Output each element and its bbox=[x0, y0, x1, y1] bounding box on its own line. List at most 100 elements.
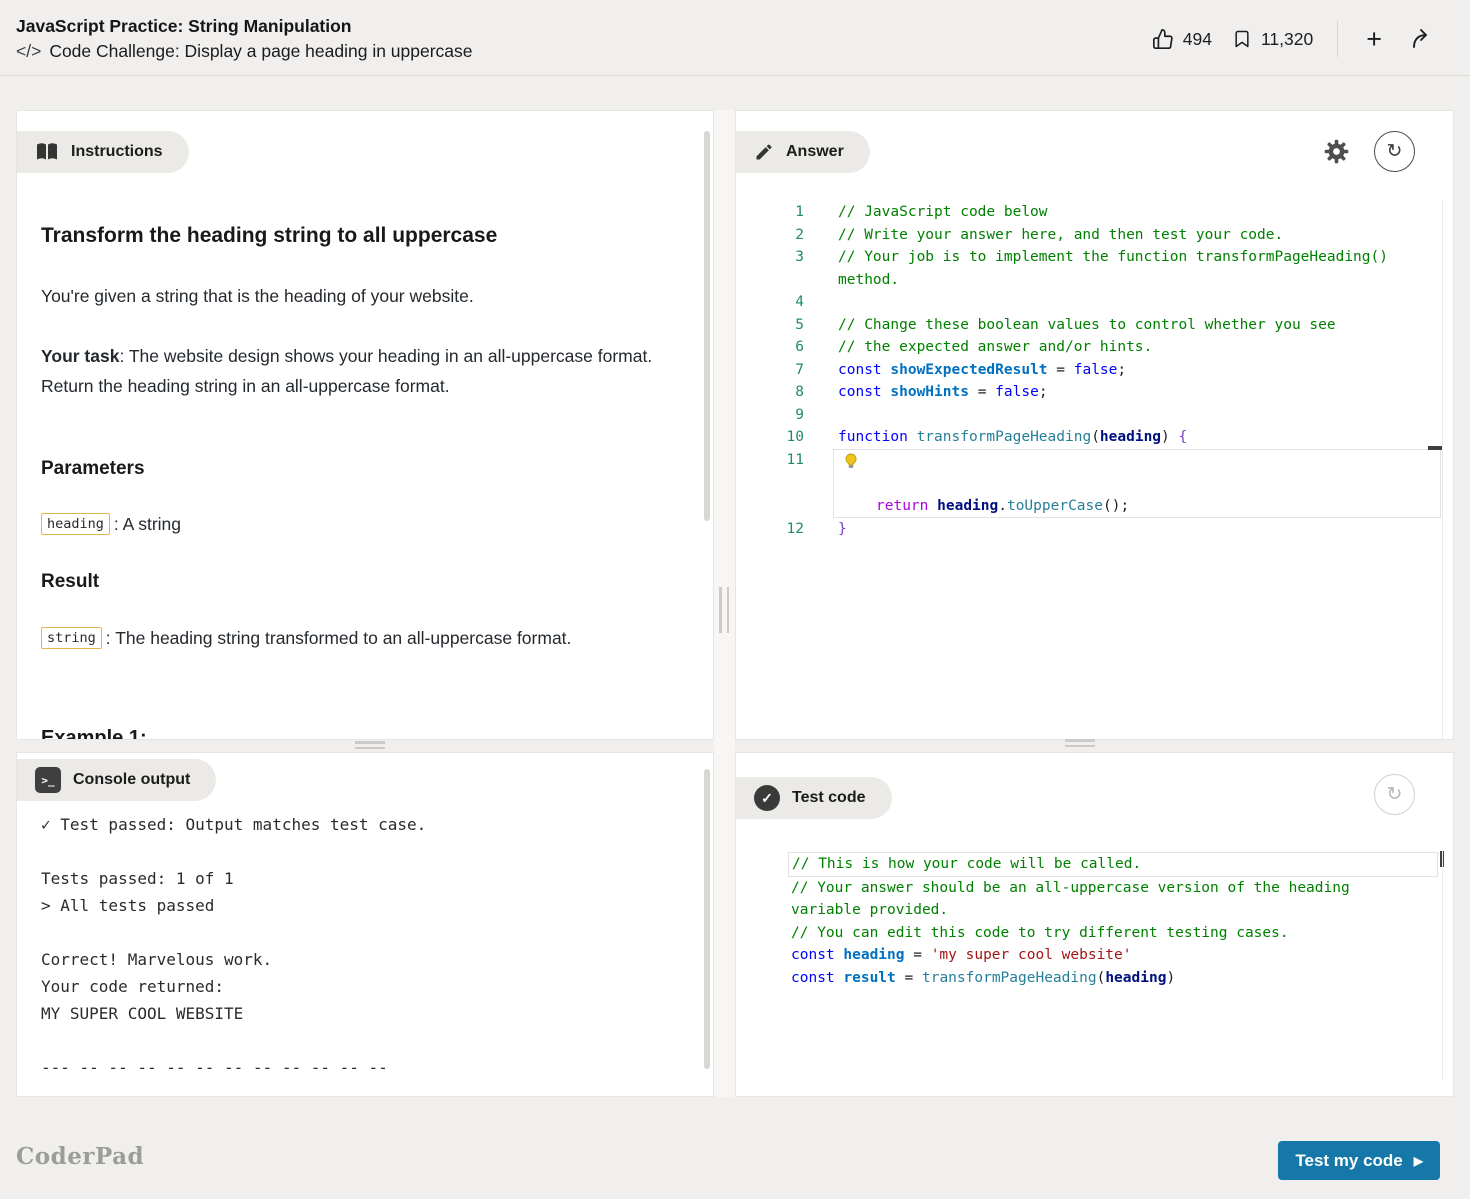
top-header: JavaScript Practice: String Manipulation… bbox=[0, 0, 1470, 76]
line-number: 1 bbox=[736, 201, 804, 224]
line-number: 12 bbox=[736, 518, 804, 541]
test-my-code-button[interactable]: Test my code ▶ bbox=[1278, 1141, 1440, 1180]
code-line: 1// JavaScript code below bbox=[736, 201, 1441, 224]
line-number: 11 bbox=[736, 449, 804, 472]
pencil-icon bbox=[754, 142, 774, 162]
result-row: string : The heading string transformed … bbox=[41, 627, 673, 649]
gear-icon bbox=[1323, 138, 1350, 165]
console-line: ✓ Test passed: Output matches test case. bbox=[41, 811, 683, 838]
code-line: 5// Change these boolean values to contr… bbox=[736, 314, 1441, 337]
tab-test-code[interactable]: ✓ Test code bbox=[736, 777, 892, 819]
console-line: MY SUPER COOL WEBSITE bbox=[41, 1000, 683, 1027]
console-panel: >_ Console output ✓ Test passed: Output … bbox=[16, 752, 714, 1097]
header-divider bbox=[1337, 21, 1338, 57]
code-line: 10function transformPageHeading(heading)… bbox=[736, 426, 1441, 449]
reset-answer-button[interactable]: ↻ bbox=[1374, 131, 1415, 172]
tab-console-label: Console output bbox=[73, 771, 190, 789]
left-horizontal-splitter-handle[interactable] bbox=[355, 741, 385, 749]
bookmark-icon[interactable] bbox=[1232, 28, 1252, 50]
console-output: ✓ Test passed: Output matches test case.… bbox=[41, 811, 683, 1081]
task-label: Your task bbox=[41, 346, 119, 366]
parameter-desc: : A string bbox=[114, 514, 181, 535]
code-line: 4 bbox=[736, 291, 1441, 314]
likes-stat[interactable]: 494 bbox=[1152, 28, 1212, 50]
check-circle-icon: ✓ bbox=[754, 785, 780, 811]
lightbulb-hint-icon[interactable] bbox=[843, 453, 859, 469]
line-number: 4 bbox=[736, 291, 804, 314]
tab-instructions-label: Instructions bbox=[71, 143, 163, 161]
line-number: 5 bbox=[736, 314, 804, 337]
result-heading: Result bbox=[41, 571, 673, 593]
line-number: 10 bbox=[736, 426, 804, 449]
code-line: 9 bbox=[736, 404, 1441, 427]
code-line: 3// Your job is to implement the functio… bbox=[736, 246, 1441, 291]
instructions-task: Your task: The website design shows your… bbox=[41, 341, 681, 401]
share-button[interactable] bbox=[1406, 23, 1438, 55]
share-arrow-icon bbox=[1410, 27, 1434, 51]
instructions-scrollbar[interactable] bbox=[704, 131, 710, 521]
console-line: --- -- -- -- -- -- -- -- -- -- -- -- bbox=[41, 1054, 683, 1081]
code-line: 12} bbox=[736, 518, 1441, 541]
likes-count: 494 bbox=[1183, 29, 1212, 50]
line-number: 7 bbox=[736, 359, 804, 382]
line-number: 9 bbox=[736, 404, 804, 427]
line-number: 2 bbox=[736, 224, 804, 247]
tab-console-output[interactable]: >_ Console output bbox=[17, 759, 216, 801]
console-line bbox=[41, 1027, 683, 1054]
code-brackets-icon: </> bbox=[16, 39, 41, 64]
header-actions: 494 11,320 + bbox=[1152, 20, 1438, 58]
code-line: const heading = 'my super cool website' bbox=[736, 944, 1438, 967]
testcode-panel: ✓ Test code ↻ // This is how your code w… bbox=[735, 752, 1454, 1097]
line-number: 6 bbox=[736, 336, 804, 359]
tab-instructions[interactable]: Instructions bbox=[17, 131, 189, 173]
right-horizontal-splitter-handle[interactable] bbox=[1065, 739, 1095, 747]
result-type-chip: string bbox=[41, 627, 102, 649]
scrollbar-marker bbox=[1428, 446, 1442, 450]
code-line: 8const showHints = false; bbox=[736, 381, 1441, 404]
settings-button[interactable] bbox=[1319, 134, 1354, 169]
book-icon bbox=[35, 142, 59, 162]
reset-test-code-button[interactable]: ↻ bbox=[1374, 774, 1415, 815]
code-line: const result = transformPageHeading(head… bbox=[736, 967, 1438, 990]
line-number: 3 bbox=[736, 246, 804, 269]
reset-icon: ↻ bbox=[1387, 140, 1403, 163]
vertical-splitter-handle[interactable] bbox=[719, 587, 729, 633]
editor-scroll-edge bbox=[1442, 850, 1443, 1080]
reset-icon: ↻ bbox=[1387, 783, 1403, 806]
line-number: 8 bbox=[736, 381, 804, 404]
code-line: // This is how your code will be called. bbox=[736, 852, 1438, 877]
bookmarks-count: 11,320 bbox=[1261, 29, 1313, 50]
terminal-icon: >_ bbox=[35, 767, 61, 793]
answer-tools: ↻ bbox=[1319, 131, 1415, 172]
add-button[interactable]: + bbox=[1362, 25, 1386, 53]
page-subtitle-text: Code Challenge: Display a page heading i… bbox=[49, 39, 472, 64]
console-line: Tests passed: 1 of 1 bbox=[41, 865, 683, 892]
code-line: // Your answer should be an all-uppercas… bbox=[736, 877, 1438, 922]
thumbs-up-icon[interactable] bbox=[1152, 28, 1174, 50]
answer-editor[interactable]: 1// JavaScript code below2// Write your … bbox=[736, 201, 1441, 541]
example-heading: Example 1: bbox=[41, 727, 673, 740]
bookmarks-stat[interactable]: 11,320 bbox=[1232, 28, 1313, 50]
result-desc: : The heading string transformed to an a… bbox=[106, 628, 572, 649]
tab-answer-label: Answer bbox=[786, 143, 844, 161]
console-scrollbar[interactable] bbox=[704, 769, 710, 1069]
challenge-title-block: JavaScript Practice: String Manipulation… bbox=[16, 14, 473, 64]
parameter-name-chip: heading bbox=[41, 513, 110, 535]
test-my-code-label: Test my code bbox=[1295, 1151, 1402, 1171]
answer-panel: Answer ↻ 1// JavaScript code below2// Wr… bbox=[735, 110, 1454, 740]
coderpad-logo: CoderPad bbox=[16, 1143, 144, 1170]
parameters-heading: Parameters bbox=[41, 458, 673, 480]
test-code-editor[interactable]: // This is how your code will be called.… bbox=[736, 852, 1438, 989]
page-subtitle: </> Code Challenge: Display a page headi… bbox=[16, 39, 473, 64]
tab-test-code-label: Test code bbox=[792, 789, 866, 807]
tab-answer[interactable]: Answer bbox=[736, 131, 870, 173]
console-line bbox=[41, 919, 683, 946]
play-icon: ▶ bbox=[1414, 1155, 1423, 1167]
task-text: : The website design shows your heading … bbox=[41, 346, 652, 396]
code-line: // You can edit this code to try differe… bbox=[736, 922, 1438, 945]
parameter-row: heading : A string bbox=[41, 513, 673, 535]
vertical-splitter[interactable] bbox=[714, 110, 735, 1097]
editor-scroll-edge bbox=[1442, 199, 1443, 740]
code-line: 7const showExpectedResult = false; bbox=[736, 359, 1441, 382]
code-line: 6// the expected answer and/or hints. bbox=[736, 336, 1441, 359]
